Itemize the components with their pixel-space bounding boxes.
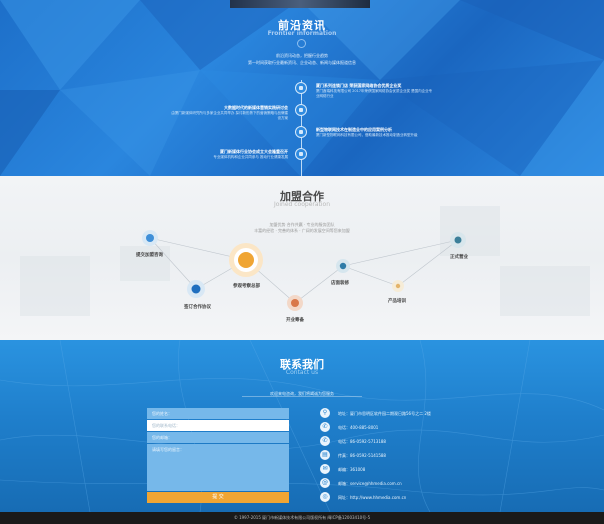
news-item-title[interactable]: 新型物联网技术在制造业中的应用案例分析 xyxy=(316,126,434,133)
node-label: 参观考察总部 xyxy=(233,284,260,289)
phone-input[interactable]: 您的联系电话： xyxy=(147,420,289,431)
contact-info-row: ⚲ 地址：厦门市思明区软件园二期观日路56号之二 2楼 xyxy=(320,408,470,420)
contact-info-row: ✆ 电话：400-885-8001 xyxy=(320,422,470,434)
node-visit[interactable] xyxy=(229,243,263,277)
contact-section: 联系我们 Contact us 欢迎来电咨询，我们将竭诚为您服务 您的姓名： 您… xyxy=(0,340,604,512)
location-icon: ⚲ xyxy=(320,408,330,418)
news-item-title[interactable]: 厦门系列连锁门店 荣获国家网络协会优质企业奖 xyxy=(316,82,434,89)
node-label: 签订合作协议 xyxy=(184,305,211,310)
node-decorate[interactable] xyxy=(336,259,350,273)
timeline-node[interactable] xyxy=(295,82,307,94)
timeline-node[interactable] xyxy=(295,126,307,138)
node-open[interactable] xyxy=(450,232,466,248)
phone-icon: ✆ xyxy=(320,422,330,432)
fax-icon: ▤ xyxy=(320,450,330,460)
contact-info-row: @ 邮箱：service@hhmedia.com.cn xyxy=(320,478,402,488)
news-item-title[interactable]: 厦门新媒体行业协会成立大会隆重召开 xyxy=(170,148,288,155)
node-label: 店面装修 xyxy=(331,281,349,286)
divider xyxy=(242,396,362,397)
node-sign[interactable] xyxy=(187,280,205,298)
email-icon: @ xyxy=(320,478,330,488)
node-label: 产品培训 xyxy=(388,299,406,304)
news-item-desc: 厦门鑫瑞科技有限公司 2017年荣获国家网络协会优质企业奖 是国内企业专业网络行… xyxy=(316,89,433,98)
node-training[interactable] xyxy=(392,280,404,292)
section-intro: 前沿资讯动态，把握行业趋势 第一时间获取行业最新资讯、企业动态、新闻与媒体报道信… xyxy=(248,53,356,65)
coop-section: 加盟合作 Joined cooperation 加盟优势 合作共赢 · 专业的服… xyxy=(0,176,604,340)
message-textarea[interactable]: 请填写您的留言： xyxy=(147,444,289,491)
contact-info-row: ◎ 网址：http://www.hhmedia.com.cn xyxy=(320,492,470,504)
process-network xyxy=(142,230,466,311)
node-apply[interactable] xyxy=(142,230,158,246)
news-item-title[interactable]: 大数据时代的新媒体营销实践研讨会 xyxy=(170,104,288,111)
submit-button[interactable]: 提 交 xyxy=(147,492,289,503)
news-item[interactable]: 大数据时代的新媒体营销实践研讨会 由厦门新媒体研究所与多家企业共同举办 探讨新形… xyxy=(170,104,288,121)
email-input[interactable]: 您的邮箱： xyxy=(147,432,289,443)
mail-icon: ✉ xyxy=(320,464,330,474)
node-label: 开业筹备 xyxy=(286,318,304,323)
footer: © 1997-2015 厦门市新媒体技术有限公司版权所有 闽ICP备120034… xyxy=(0,512,604,524)
news-item[interactable]: 新型物联网技术在制造业中的应用案例分析 厦门新型物联网科技有限公司，借助最新技术… xyxy=(316,126,434,138)
contact-info-row: ✆ 电话：86-0592-5713188 xyxy=(320,436,470,448)
news-item[interactable]: 厦门系列连锁门店 荣获国家网络协会优质企业奖 厦门鑫瑞科技有限公司 2017年荣… xyxy=(316,82,434,99)
section-subtitle: Frontier information xyxy=(267,30,337,37)
header-photo-strip xyxy=(230,0,370,8)
node-label: 正式营业 xyxy=(450,255,468,260)
title-ornament-icon xyxy=(297,39,306,48)
timeline-node[interactable] xyxy=(295,148,307,160)
contact-info-row: ✉ 邮编：361008 xyxy=(320,464,470,476)
news-item-desc: 专业媒体机构和企业共同参与 推动行业健康发展 xyxy=(213,155,288,159)
node-prepare[interactable] xyxy=(287,295,303,311)
news-section: 前沿资讯 Frontier information 前沿资讯动态，把握行业趋势 … xyxy=(0,0,604,176)
phone-icon: ✆ xyxy=(320,436,330,446)
news-item-desc: 由厦门新媒体研究所与多家企业共同举办 探讨新形势下的营销策略与品牌建设方案 xyxy=(171,111,288,120)
section-subtitle: Contact us xyxy=(285,369,319,376)
news-item-desc: 厦门新型物联网科技有限公司，借助最新技术推动制造业转型升级 xyxy=(316,133,418,137)
contact-form: 您的姓名： 您的联系电话： 您的邮箱： 请填写您的留言： 提 交 xyxy=(147,408,289,503)
web-icon: ◎ xyxy=(320,492,330,502)
node-label: 提交加盟咨询 xyxy=(136,253,163,258)
news-item[interactable]: 厦门新媒体行业协会成立大会隆重召开 专业媒体机构和企业共同参与 推动行业健康发展 xyxy=(170,148,288,160)
timeline-node[interactable] xyxy=(295,104,307,116)
name-input[interactable]: 您的姓名： xyxy=(147,408,289,419)
contact-info-row: ▤ 传真：86-0592-5141588 xyxy=(320,450,470,462)
